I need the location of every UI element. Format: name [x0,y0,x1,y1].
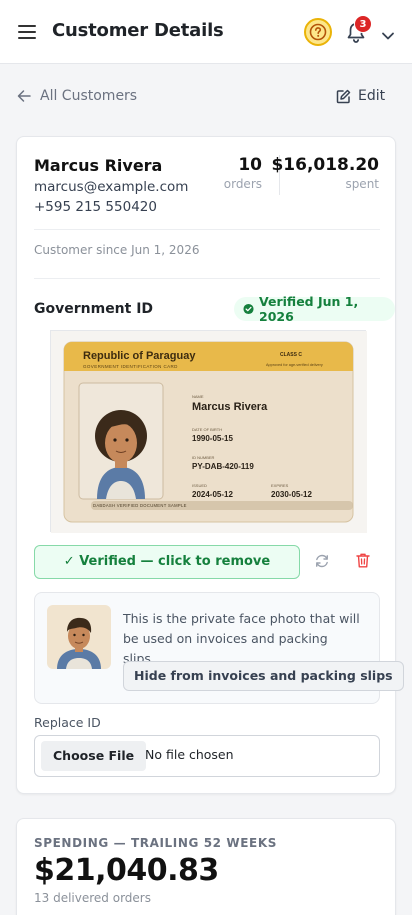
card-issued: 2024-05-12 [192,490,233,499]
divider [34,229,380,230]
card-expires: 2030-05-12 [271,490,312,499]
card-id-number: PY-DAB-420-119 [192,462,254,471]
refresh-icon[interactable] [314,553,330,573]
check-circle-icon [243,303,254,315]
file-status-text: No file chosen [145,747,234,762]
card-name-label: NAME [192,394,204,399]
page-title: Customer Details [52,20,224,41]
face-photo-panel: This is the private face photo that will… [34,592,404,704]
chevron-down-icon[interactable] [381,26,395,45]
replace-id-file-input[interactable]: Choose File No file chosen [34,735,380,777]
spent-label: spent [345,177,379,191]
notification-badge: 3 [354,15,372,33]
customer-email: marcus@example.com [34,179,189,195]
spent-stat: $16,018.20 spent [271,155,379,191]
orders-count: 10 [238,155,262,175]
card-dob: 1990-05-15 [192,434,233,443]
customer-phone: +595 215 550420 [34,199,157,215]
spending-total: $21,040.83 [34,853,219,888]
edit-button[interactable]: Edit [336,86,385,106]
card-class: CLASS C [280,352,302,358]
menu-icon[interactable] [17,22,39,42]
arrow-left-icon [17,90,31,102]
customer-name: Marcus Rivera [34,156,163,175]
verified-remove-button[interactable]: ✓ Verified — click to remove [34,545,300,579]
edit-button-label: Edit [358,88,386,104]
top-bar: Customer Details 3 [0,0,412,64]
card-name: Marcus Rivera [192,401,268,413]
card-country: Republic of Paraguay [83,350,196,362]
customer-card: Marcus Rivera marcus@example.com +595 21… [16,136,404,794]
government-id-image[interactable]: Republic of Paraguay GOVERNMENT IDENTIFI… [50,330,367,533]
help-icon[interactable] [304,18,332,46]
divider [34,278,380,279]
card-subtitle: GOVERNMENT IDENTIFICATION CARD [83,364,178,369]
back-link-label: All Customers [40,88,138,104]
face-photo-note: This is the private face photo that will… [123,611,360,666]
card-footer: DABDASH VERIFIED DOCUMENT SAMPLE [93,503,187,508]
card-id-label: ID NUMBER [192,455,215,460]
verified-badge-label: Verified Jun 1, 2026 [259,294,359,324]
edit-icon [336,89,351,103]
card-issued-label: ISSUED [192,483,207,488]
verified-badge: Verified Jun 1, 2026 [234,294,395,324]
card-dob-label: DATE OF BIRTH [192,427,222,432]
hide-from-invoices-button[interactable]: Hide from invoices and packing slips [123,661,404,691]
face-photo-thumbnail [47,605,111,669]
replace-id-label: Replace ID [34,715,101,730]
spending-label: SPENDING — TRAILING 52 WEEKS [34,836,277,850]
card-expires-label: EXPIRES [271,483,289,488]
choose-file-button[interactable]: Choose File [41,741,147,771]
spent-value: $16,018.20 [271,155,379,175]
spending-orders: 13 delivered orders [34,891,151,905]
orders-label: orders [223,177,262,191]
delete-id-trash-icon[interactable] [355,552,371,573]
customer-since: Customer since Jun 1, 2026 [34,243,200,257]
orders-stat: 10 orders [224,155,262,191]
government-id-title: Government ID [34,301,154,317]
spending-card: SPENDING — TRAILING 52 WEEKS $21,040.83 … [16,818,396,915]
back-to-customers-link[interactable]: All Customers [16,86,137,106]
card-approved-note: Approved for age-verified delivery [266,363,323,367]
